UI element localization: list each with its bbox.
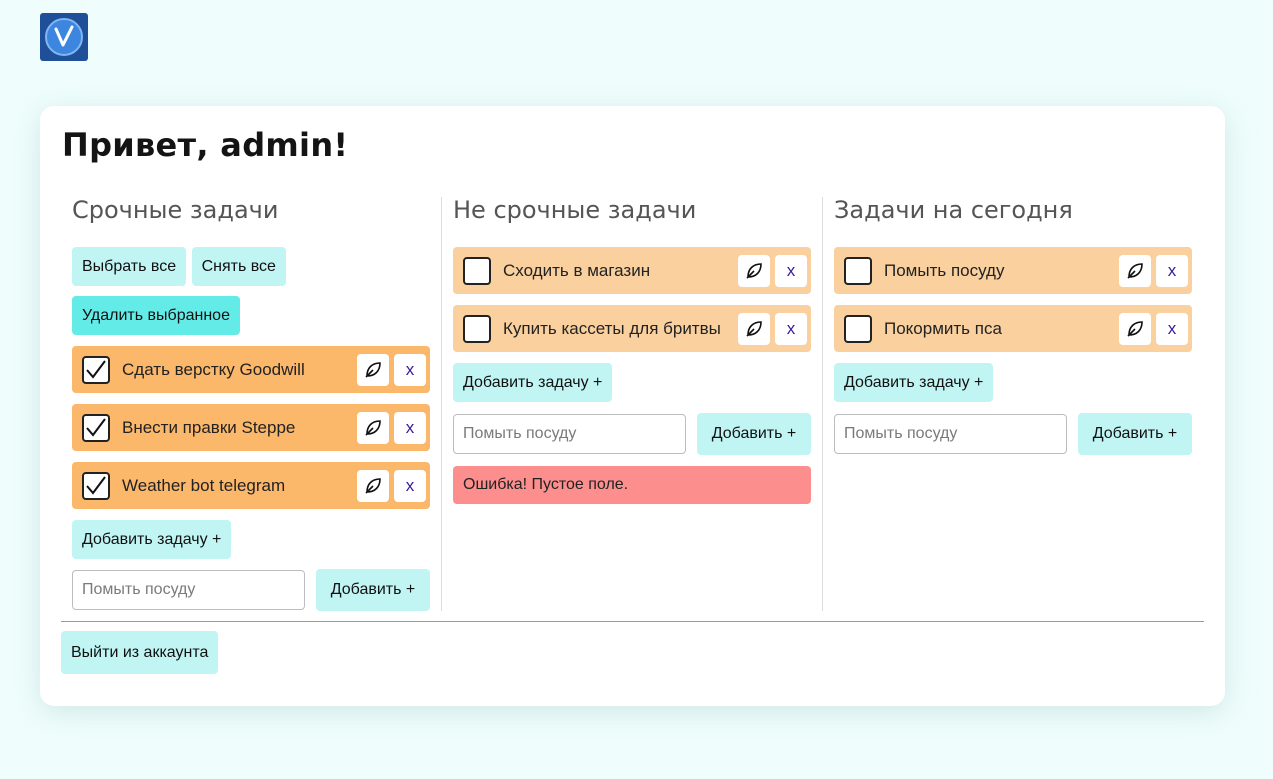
- column-urgent: Срочные задачи Выбрать все Снять все Уда…: [72, 194, 430, 611]
- edit-task-button[interactable]: [738, 312, 770, 345]
- task-input[interactable]: [834, 414, 1067, 454]
- task-item: Weather bot telegram x: [72, 462, 430, 509]
- add-task-button[interactable]: Добавить задачу +: [72, 520, 232, 559]
- logo-v-mark: [54, 25, 74, 47]
- column-title: Задачи на сегодня: [834, 196, 1073, 224]
- task-item: Сдать верстку Goodwill x: [72, 346, 430, 393]
- column-today: Задачи на сегодня Помыть посуду x Покорм…: [834, 194, 1192, 611]
- add-button[interactable]: Добавить +: [316, 569, 430, 611]
- error-message: Ошибка! Пустое поле.: [453, 466, 811, 504]
- feather-icon: [746, 320, 762, 337]
- column-not-urgent: Не срочные задачи Сходить в магазин x Ку…: [453, 194, 811, 611]
- edit-task-button[interactable]: [357, 469, 389, 502]
- task-label: Купить кассеты для бритвы: [503, 318, 721, 338]
- task-checkbox[interactable]: [82, 471, 110, 500]
- add-button[interactable]: Добавить +: [697, 413, 811, 455]
- close-icon: x: [786, 319, 796, 338]
- task-label: Помыть посуду: [884, 260, 1005, 280]
- task-checkbox[interactable]: [82, 355, 110, 384]
- delete-task-button[interactable]: x: [1156, 254, 1188, 287]
- task-checkbox[interactable]: [463, 256, 491, 285]
- column-divider: [822, 197, 823, 611]
- task-item: Помыть посуду x: [834, 247, 1192, 294]
- task-checkbox[interactable]: [463, 314, 491, 343]
- task-list: Сдать верстку Goodwill x Внести правки S…: [72, 346, 430, 509]
- logo-icon: [45, 18, 83, 56]
- task-item: Сходить в магазин x: [453, 247, 811, 294]
- delete-task-button[interactable]: x: [1156, 312, 1188, 345]
- close-icon: x: [405, 360, 415, 379]
- app-logo[interactable]: [40, 13, 88, 61]
- feather-icon: [1127, 320, 1143, 337]
- edit-task-button[interactable]: [738, 254, 770, 287]
- edit-task-button[interactable]: [357, 353, 389, 386]
- column-divider: [441, 197, 442, 611]
- feather-icon: [365, 477, 381, 494]
- delete-task-button[interactable]: x: [394, 353, 426, 386]
- task-list: Помыть посуду x Покормить пса x: [834, 247, 1192, 352]
- edit-task-button[interactable]: [1119, 312, 1151, 345]
- close-icon: x: [1167, 261, 1177, 280]
- add-button[interactable]: Добавить +: [1078, 413, 1192, 455]
- close-icon: x: [1167, 319, 1177, 338]
- checkmark-icon: [86, 475, 106, 495]
- select-all-button[interactable]: Выбрать все: [72, 247, 187, 286]
- checkmark-icon: [86, 359, 106, 379]
- task-checkbox[interactable]: [844, 314, 872, 343]
- delete-task-button[interactable]: x: [394, 469, 426, 502]
- logout-button[interactable]: Выйти из аккаунта: [61, 631, 219, 674]
- task-item: Купить кассеты для бритвы x: [453, 305, 811, 352]
- task-label: Сходить в магазин: [503, 260, 651, 280]
- task-label: Покормить пса: [884, 318, 1002, 338]
- main-card: Привет, admin! Срочные задачи Выбрать вс…: [40, 106, 1225, 706]
- page-title: Привет, admin!: [62, 126, 349, 164]
- column-title: Не срочные задачи: [453, 196, 697, 224]
- delete-task-button[interactable]: x: [394, 411, 426, 444]
- task-checkbox[interactable]: [844, 256, 872, 285]
- deselect-all-button[interactable]: Снять все: [191, 247, 286, 286]
- feather-icon: [365, 361, 381, 378]
- edit-task-button[interactable]: [1119, 254, 1151, 287]
- task-input[interactable]: [72, 570, 305, 610]
- edit-task-button[interactable]: [357, 411, 389, 444]
- feather-icon: [746, 262, 762, 279]
- delete-selected-button[interactable]: Удалить выбранное: [72, 296, 240, 335]
- column-title: Срочные задачи: [72, 196, 279, 224]
- close-icon: x: [786, 261, 796, 280]
- feather-icon: [1127, 262, 1143, 279]
- task-item: Покормить пса x: [834, 305, 1192, 352]
- horizontal-divider: [61, 621, 1204, 622]
- task-input[interactable]: [453, 414, 686, 454]
- feather-icon: [365, 419, 381, 436]
- checkmark-icon: [86, 417, 106, 437]
- close-icon: x: [405, 418, 415, 437]
- delete-task-button[interactable]: x: [775, 312, 807, 345]
- add-task-button[interactable]: Добавить задачу +: [453, 363, 613, 402]
- task-item: Внести правки Steppe x: [72, 404, 430, 451]
- task-checkbox[interactable]: [82, 413, 110, 442]
- task-list: Сходить в магазин x Купить кассеты для б…: [453, 247, 811, 352]
- close-icon: x: [405, 476, 415, 495]
- task-label: Сдать верстку Goodwill: [122, 359, 305, 379]
- task-label: Внести правки Steppe: [122, 417, 296, 437]
- add-task-button[interactable]: Добавить задачу +: [834, 363, 994, 402]
- delete-task-button[interactable]: x: [775, 254, 807, 287]
- task-label: Weather bot telegram: [122, 475, 286, 495]
